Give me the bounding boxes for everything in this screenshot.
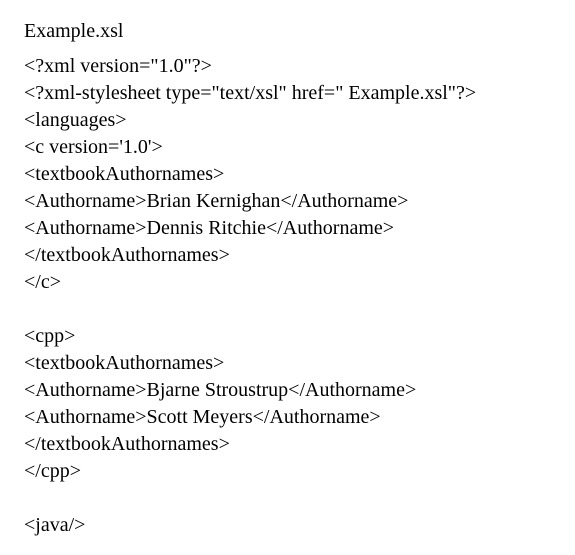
code-line: <textbookAuthornames> xyxy=(24,161,551,188)
xml-code-block-2: <cpp><textbookAuthornames><Authorname>Bj… xyxy=(24,323,551,485)
code-line: <cpp> xyxy=(24,323,551,350)
blank-line-2 xyxy=(24,485,551,512)
xml-code-block-1: <?xml version="1.0"?><?xml-stylesheet ty… xyxy=(24,53,551,296)
code-line: </c> xyxy=(24,269,551,296)
code-line: <?xml version="1.0"?> xyxy=(24,53,551,80)
code-line: </textbookAuthornames> xyxy=(24,431,551,458)
code-line: <c version='1.0'> xyxy=(24,134,551,161)
code-line: <Authorname>Brian Kernighan</Authorname> xyxy=(24,188,551,215)
code-line: <java/> xyxy=(24,512,551,539)
code-line: <languages> xyxy=(24,107,551,134)
blank-line-1 xyxy=(24,296,551,323)
file-title: Example.xsl xyxy=(24,18,551,45)
code-line: <textbookAuthornames> xyxy=(24,350,551,377)
code-line: <Authorname>Bjarne Stroustrup</Authornam… xyxy=(24,377,551,404)
code-line: </cpp> xyxy=(24,458,551,485)
code-line: <Authorname>Scott Meyers</Authorname> xyxy=(24,404,551,431)
code-line: <?xml-stylesheet type="text/xsl" href=" … xyxy=(24,80,551,107)
code-line: </textbookAuthornames> xyxy=(24,242,551,269)
xml-code-block-3: <java/> xyxy=(24,512,551,539)
code-line: <Authorname>Dennis Ritchie</Authorname> xyxy=(24,215,551,242)
